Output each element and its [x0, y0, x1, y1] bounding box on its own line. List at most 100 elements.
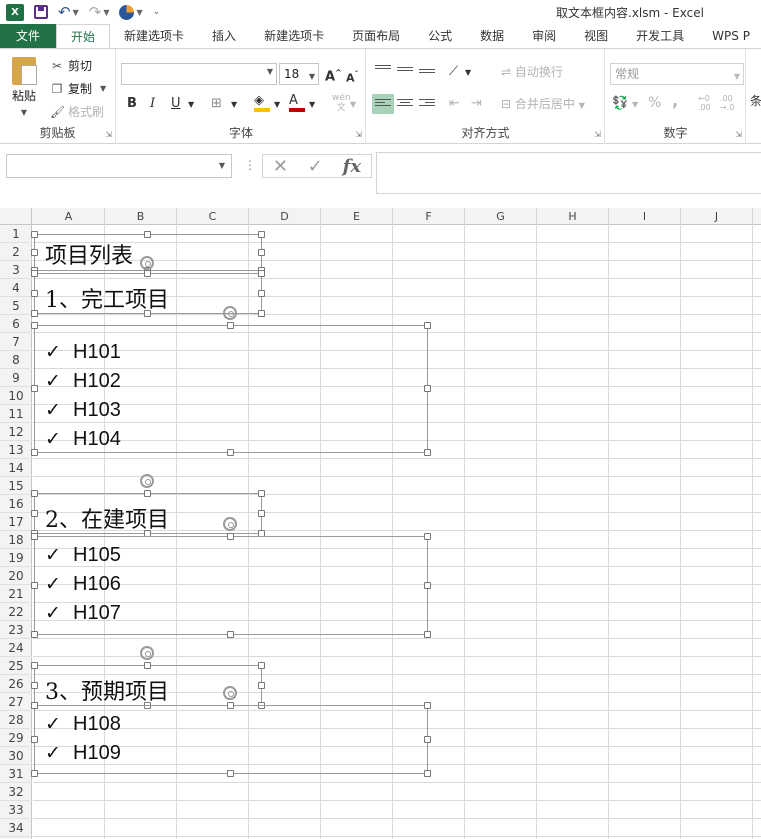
orientation-dropdown-icon[interactable]: ▼: [465, 65, 471, 81]
font-size-select[interactable]: 18 ▼: [279, 63, 319, 85]
confirm-icon[interactable]: ✓: [308, 156, 323, 177]
dialog-launcher-icon[interactable]: ⇲: [735, 130, 742, 139]
row-header-17[interactable]: 17: [0, 513, 32, 531]
merge-center-button[interactable]: ⊟ 合并后居中 ▼: [501, 96, 585, 114]
cell-grid[interactable]: 项目列表 1、完工项目 ✓ H101 ✓ H102 ✓ H103 ✓ H104 2、在建项目: [31, 225, 761, 839]
decrease-indent-icon[interactable]: ⇤: [449, 96, 460, 112]
styles-group-partial[interactable]: 条: [750, 93, 761, 109]
align-center-icon[interactable]: [397, 97, 413, 111]
row-header-30[interactable]: 30: [0, 747, 32, 765]
font-color-dropdown-icon[interactable]: ▼: [309, 97, 315, 113]
row-header-21[interactable]: 21: [0, 585, 32, 603]
bottom-align-icon[interactable]: [419, 67, 435, 81]
rotate-handle-icon[interactable]: [223, 517, 237, 531]
column-header-d[interactable]: D: [249, 208, 321, 225]
row-header-5[interactable]: 5: [0, 297, 32, 315]
row-header-14[interactable]: 14: [0, 459, 32, 477]
column-header-f[interactable]: F: [393, 208, 465, 225]
grow-font-button[interactable]: A^: [325, 65, 342, 85]
rotate-handle-icon[interactable]: [223, 306, 237, 320]
save-icon[interactable]: [34, 5, 48, 19]
select-all-corner[interactable]: [0, 208, 32, 225]
rotate-handle-icon[interactable]: [140, 646, 154, 660]
row-header-22[interactable]: 22: [0, 603, 32, 621]
shrink-font-button[interactable]: Aˇ: [346, 67, 359, 87]
row-header-8[interactable]: 8: [0, 351, 32, 369]
copy-button[interactable]: ❐ 复制 ▼: [50, 80, 107, 97]
column-header-e[interactable]: E: [321, 208, 393, 225]
decrease-decimal-button[interactable]: .00 →.0: [720, 94, 742, 112]
dialog-launcher-icon[interactable]: ⇲: [355, 130, 362, 139]
row-header-31[interactable]: 31: [0, 765, 32, 783]
fill-color-icon[interactable]: ◈: [254, 93, 270, 112]
tab-5[interactable]: 页面布局: [338, 24, 414, 48]
row-header-28[interactable]: 28: [0, 711, 32, 729]
accounting-dropdown-icon[interactable]: ▼: [632, 97, 638, 113]
insert-function-icon[interactable]: fx: [343, 156, 361, 177]
underline-dropdown-icon[interactable]: ▼: [188, 97, 194, 113]
column-header-h[interactable]: H: [537, 208, 609, 225]
row-header-15[interactable]: 15: [0, 477, 32, 495]
comma-button[interactable]: ,: [672, 93, 678, 109]
phonetic-dropdown-icon[interactable]: ▼: [350, 97, 356, 113]
align-right-icon[interactable]: [419, 97, 435, 111]
row-header-1[interactable]: 1: [0, 225, 32, 243]
row-header-27[interactable]: 27: [0, 693, 32, 711]
tab-8[interactable]: 审阅: [518, 24, 570, 48]
tab-4[interactable]: 新建选项卡: [250, 24, 338, 48]
row-header-4[interactable]: 4: [0, 279, 32, 297]
cut-button[interactable]: ✂ 剪切: [50, 57, 92, 74]
dialog-launcher-icon[interactable]: ⇲: [594, 130, 601, 139]
chart-dropdown-icon[interactable]: ▼: [136, 8, 142, 17]
column-header-i[interactable]: I: [609, 208, 681, 225]
splitter-handle[interactable]: ⋮: [244, 158, 256, 172]
row-header-29[interactable]: 29: [0, 729, 32, 747]
font-color-icon[interactable]: A: [289, 93, 305, 112]
tab-0[interactable]: 文件: [0, 24, 57, 48]
cancel-icon[interactable]: ✕: [273, 156, 288, 177]
column-header-j[interactable]: J: [681, 208, 753, 225]
tab-7[interactable]: 数据: [466, 24, 518, 48]
number-format-select[interactable]: 常规 ▼: [610, 63, 744, 85]
row-header-32[interactable]: 32: [0, 783, 32, 801]
redo-dropdown-icon[interactable]: ▼: [103, 8, 109, 17]
formula-input[interactable]: [376, 152, 761, 194]
rotate-handle-icon[interactable]: [223, 686, 237, 700]
percent-button[interactable]: %: [648, 95, 661, 111]
row-header-18[interactable]: 18: [0, 531, 32, 549]
section2-list-textbox[interactable]: ✓ H105 ✓ H106 ✓ H107: [31, 517, 431, 638]
bold-button[interactable]: B: [127, 96, 137, 112]
tab-9[interactable]: 视图: [570, 24, 622, 48]
row-header-12[interactable]: 12: [0, 423, 32, 441]
tab-3[interactable]: 插入: [198, 24, 250, 48]
row-header-19[interactable]: 19: [0, 549, 32, 567]
row-header-34[interactable]: 34: [0, 819, 32, 837]
title-textbox[interactable]: 项目列表: [31, 231, 265, 274]
customize-icon[interactable]: ⌄: [153, 7, 161, 17]
row-header-2[interactable]: 2: [0, 243, 32, 261]
undo-dropdown-icon[interactable]: ▼: [73, 8, 79, 17]
fill-color-dropdown-icon[interactable]: ▼: [274, 97, 280, 113]
section1-list-textbox[interactable]: ✓ H101 ✓ H102 ✓ H103 ✓ H104: [31, 306, 431, 456]
tab-10[interactable]: 开发工具: [622, 24, 698, 48]
column-header-b[interactable]: B: [105, 208, 177, 225]
merge-dropdown-icon[interactable]: ▼: [579, 101, 585, 110]
accounting-format-icon[interactable]: 💱: [612, 96, 628, 112]
phonetic-icon[interactable]: wén 文: [332, 93, 351, 113]
tab-11[interactable]: WPS P: [698, 24, 761, 48]
rotate-handle-icon[interactable]: [140, 256, 154, 270]
row-header-13[interactable]: 13: [0, 441, 32, 459]
increase-indent-icon[interactable]: ⇥: [471, 96, 482, 112]
section3-list-textbox[interactable]: ✓ H108 ✓ H109: [31, 686, 431, 777]
row-header-7[interactable]: 7: [0, 333, 32, 351]
row-header-9[interactable]: 9: [0, 369, 32, 387]
top-align-icon[interactable]: [375, 63, 391, 77]
borders-dropdown-icon[interactable]: ▼: [231, 97, 237, 113]
row-header-10[interactable]: 10: [0, 387, 32, 405]
wrap-text-button[interactable]: ⇌ 自动换行: [501, 64, 563, 80]
column-header-g[interactable]: G: [465, 208, 537, 225]
undo-icon[interactable]: ↶: [58, 3, 71, 21]
row-header-11[interactable]: 11: [0, 405, 32, 423]
borders-icon[interactable]: ⊞: [211, 96, 222, 112]
row-header-23[interactable]: 23: [0, 621, 32, 639]
